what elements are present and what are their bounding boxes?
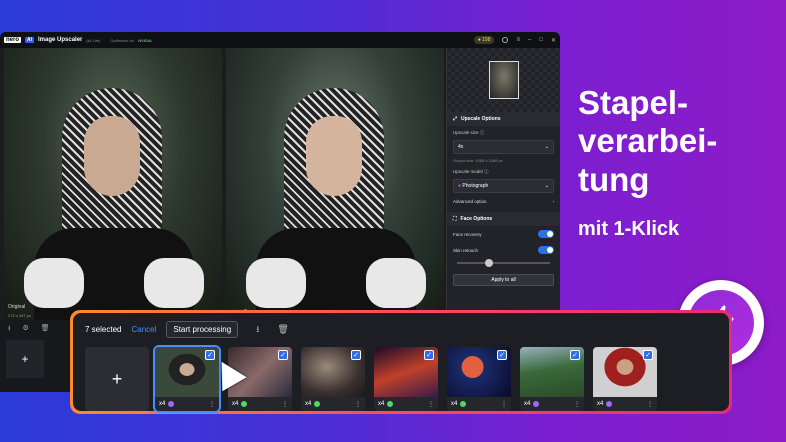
tile-footer: x4 ⋮: [155, 397, 219, 411]
trash-icon[interactable]: 🗑: [277, 324, 288, 335]
nvidia-logo: NVIDIA: [138, 37, 152, 43]
original-photo: [4, 48, 222, 320]
tile-checkbox[interactable]: ✓: [278, 350, 288, 360]
cancel-button[interactable]: Cancel: [131, 325, 156, 334]
more-icon[interactable]: ⋮: [647, 401, 653, 408]
tile-model-dot: [387, 401, 394, 407]
tile-scale: x4: [451, 401, 458, 407]
tile-model-dot: [533, 401, 540, 407]
tile-checkbox[interactable]: ✓: [424, 350, 434, 360]
face-options-header: ⛶ Face Options: [447, 212, 560, 226]
apply-to-all-button[interactable]: Apply to all: [453, 274, 554, 286]
info-icon: ⓘ: [484, 169, 489, 174]
tile-footer: x4 ⋮: [447, 397, 511, 411]
minimize-icon[interactable]: –: [528, 37, 531, 43]
coin-count: 198: [482, 37, 491, 43]
tile-scale: x4: [232, 401, 239, 407]
settings-icon[interactable]: ⚙: [22, 324, 28, 335]
face-recovery-toggle[interactable]: [538, 230, 554, 238]
nero-logo: nero: [4, 37, 22, 43]
app-name: Image Upscaler: [38, 37, 83, 43]
upscale-size-label: Upscale size ⓘ: [453, 130, 485, 135]
upscale-model-label: Upscale model ⓘ: [453, 169, 489, 174]
upscale-model-select[interactable]: ● Photograph ⌄: [453, 179, 554, 193]
optimized-label: Optimized for: [110, 37, 135, 43]
tile-checkbox[interactable]: ✓: [497, 350, 507, 360]
batch-tile[interactable]: ✓ x4 ⋮: [593, 347, 657, 411]
upscale-size-select[interactable]: 4x ⌄: [453, 140, 554, 154]
face-recovery-row: Face recovery: [447, 226, 560, 242]
chevron-down-icon: ⌄: [544, 144, 549, 150]
download-icon[interactable]: ⭳: [256, 322, 259, 338]
output-size: Output size: 1088 x 1388 px: [453, 158, 503, 163]
promo-subheadline: mit 1-Klick: [578, 218, 680, 240]
tile-model-dot: [606, 401, 613, 407]
batch-toolbar: 7 selected Cancel Start processing ⭳ 🗑: [85, 321, 289, 338]
more-icon[interactable]: ⋮: [355, 401, 361, 408]
selected-thumbnail-area: [447, 48, 560, 112]
more-icon[interactable]: ⋮: [282, 401, 288, 408]
skin-retouch-toggle[interactable]: [538, 246, 554, 254]
tile-checkbox[interactable]: ✓: [570, 350, 580, 360]
tile-checkbox[interactable]: ✓: [205, 350, 215, 360]
tile-model-dot: [460, 401, 467, 407]
account-icon[interactable]: [502, 37, 509, 43]
tile-footer: x4 ⋮: [593, 397, 657, 411]
tile-scale: x4: [597, 401, 604, 407]
more-icon[interactable]: ⋮: [428, 401, 434, 408]
chevron-down-icon: ⌄: [544, 183, 549, 189]
tile-scale: x4: [378, 401, 385, 407]
batch-panel: 7 selected Cancel Start processing ⭳ 🗑 +…: [70, 310, 732, 414]
advanced-option[interactable]: Advanced option ›: [447, 195, 560, 208]
face-icon: ⛶: [453, 216, 457, 222]
more-icon[interactable]: ⋮: [574, 401, 580, 408]
add-image-button[interactable]: +: [85, 347, 149, 411]
tile-checkbox[interactable]: ✓: [351, 350, 361, 360]
maximize-icon[interactable]: □: [539, 37, 543, 43]
upscale-icon: ⤢: [453, 116, 458, 122]
title-bar: nero AI Image Upscaler (AI Lite) Optimiz…: [0, 32, 560, 48]
skin-retouch-slider[interactable]: [457, 259, 550, 267]
close-icon[interactable]: ✕: [551, 37, 556, 44]
upscaled-photo: [226, 48, 444, 320]
original-size: 272 x 347 px: [8, 313, 31, 318]
tile-scale: x4: [159, 401, 166, 407]
info-icon: ⓘ: [479, 130, 485, 135]
more-icon[interactable]: ⋮: [501, 401, 507, 408]
tile-footer: x4 ⋮: [520, 397, 584, 411]
batch-tile[interactable]: ✓ x4 ⋮: [374, 347, 438, 411]
tile-scale: x4: [305, 401, 312, 407]
promo-headline: Stapel- verarbei- tung: [578, 84, 718, 198]
batch-tile[interactable]: ✓ x4 ⋮: [301, 347, 365, 411]
skin-retouch-row: Skin retouch: [447, 242, 560, 258]
add-image-button-small[interactable]: +: [6, 340, 44, 378]
tile-scale: x4: [524, 401, 531, 407]
batch-tile[interactable]: ✓ x4 ⋮: [520, 347, 584, 411]
upscaled-preview[interactable]: ✓ ⟲: [226, 48, 444, 320]
tile-footer: x4 ⋮: [374, 397, 438, 411]
batch-tile[interactable]: ✓ x4 ⋮: [153, 345, 221, 413]
slider-knob[interactable]: [484, 259, 493, 267]
app-version: (AI Lite): [86, 37, 101, 43]
coin-balance[interactable]: ● 198: [473, 36, 495, 44]
trash-icon[interactable]: 🗑: [41, 324, 50, 335]
tile-checkbox[interactable]: ✓: [643, 350, 653, 360]
tile-model-dot: [241, 401, 248, 407]
selected-count: 7 selected: [85, 325, 122, 334]
menu-icon[interactable]: ≡: [516, 37, 520, 43]
tile-footer: x4 ⋮: [301, 397, 365, 411]
batch-tile[interactable]: ✓ x4 ⋮: [447, 347, 511, 411]
original-label: Original: [8, 304, 26, 310]
more-icon[interactable]: ⋮: [209, 401, 215, 408]
download-icon[interactable]: ⭳: [8, 324, 10, 335]
start-processing-button[interactable]: Start processing: [166, 321, 239, 338]
tile-model-dot: [314, 401, 321, 407]
tile-footer: x4 ⋮: [228, 397, 292, 411]
original-preview[interactable]: Original 272 x 347 px: [4, 48, 222, 320]
chevron-right-icon: ›: [552, 199, 555, 204]
selected-thumbnail[interactable]: [488, 61, 519, 99]
upscale-options-header: ⤢ Upscale Options: [447, 112, 560, 126]
ai-badge: AI: [25, 37, 35, 43]
tile-model-dot: [168, 401, 175, 407]
